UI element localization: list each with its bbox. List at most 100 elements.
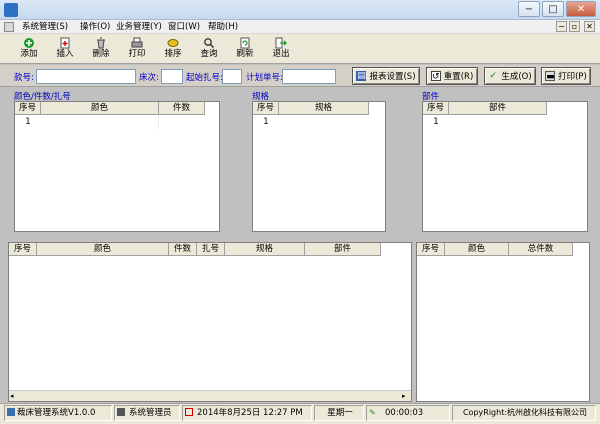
menu-bar: 系统管理(S) 操作(O) 业务管理(Y) 窗口(W) 帮助(H): [0, 20, 600, 34]
start-bundle-label: 起始扎号:: [186, 73, 223, 83]
refresh-button[interactable]: 刷新: [228, 35, 262, 63]
detail-header-bundle: 扎号: [197, 243, 225, 256]
color-grid-row-qty[interactable]: [159, 116, 205, 129]
search-button[interactable]: 查询: [192, 35, 226, 63]
insert-icon: [60, 37, 70, 49]
part-grid-header-no: 序号: [423, 102, 449, 115]
mdi-doc-icon: [4, 22, 14, 32]
exit-label: 退出: [272, 49, 290, 59]
mdi-minimize-button[interactable]: −: [556, 21, 567, 32]
total-header-color: 颜色: [445, 243, 509, 256]
exit-icon: [275, 37, 287, 49]
close-button[interactable]: ✕: [566, 1, 596, 17]
color-total-grid[interactable]: 序号 颜色 总件数: [416, 242, 590, 402]
report-settings-button[interactable]: ▤ 报表设置(S): [352, 67, 420, 85]
insert-button[interactable]: 插入: [48, 35, 82, 63]
part-grid-header-part: 部件: [449, 102, 547, 115]
status-weekday: 星期一: [314, 405, 364, 421]
mdi-restore-button[interactable]: ▫: [569, 21, 580, 32]
menu-operation[interactable]: 操作(O): [80, 21, 110, 33]
plan-no-input[interactable]: [282, 69, 336, 84]
status-timer: ✎ 00:00:03: [366, 405, 450, 421]
sort-label: 排序: [164, 49, 182, 59]
status-copyright: CopyRight:杭州啟化科技有限公司: [452, 405, 596, 421]
menu-system[interactable]: 系统管理(S): [22, 21, 68, 33]
sort-icon: [167, 39, 179, 47]
report-settings-label: 报表设置(S): [369, 72, 416, 82]
calendar-icon: [185, 408, 193, 416]
part-grid[interactable]: 序号 部件 1: [422, 101, 588, 232]
status-system-text: 裁床管理系统V1.0.0: [17, 408, 96, 418]
spec-grid-row-no[interactable]: 1: [253, 116, 279, 129]
start-bundle-input[interactable]: [222, 69, 242, 84]
status-user: 系统管理员: [114, 405, 180, 421]
generate-label: 生成(O): [501, 72, 532, 82]
generate-button[interactable]: ✓ 生成(O): [484, 67, 536, 85]
print-icon: [131, 37, 143, 48]
menu-window[interactable]: 窗口(W): [168, 21, 200, 33]
plan-no-label: 计划单号:: [246, 73, 283, 83]
bed-no-input[interactable]: [161, 69, 183, 84]
generate-icon: ✓: [489, 71, 498, 81]
total-header-no: 序号: [417, 243, 445, 256]
insert-label: 插入: [56, 49, 74, 59]
bed-no-label: 床次:: [139, 73, 159, 83]
reset-label: 重置(R): [443, 72, 474, 82]
part-grid-row-part[interactable]: [449, 116, 547, 129]
status-datetime: 2014年8月25日 12:27 PM: [182, 405, 312, 421]
search-icon: [204, 38, 215, 49]
title-bar: − □ ✕: [0, 0, 600, 20]
bundle-detail-grid[interactable]: 序号 颜色 件数 扎号 规格 部件 ◂ ▸: [8, 242, 412, 402]
exit-button[interactable]: 退出: [264, 35, 298, 63]
detail-header-part: 部件: [305, 243, 381, 256]
spec-grid[interactable]: 序号 规格 1: [252, 101, 386, 232]
maximize-button[interactable]: □: [542, 1, 564, 17]
toolbar: 添加 插入 删除 打印 排序 查询 刷新 退出: [0, 34, 600, 64]
scroll-right-arrow[interactable]: ▸: [402, 392, 410, 400]
color-grid-row-color[interactable]: [41, 116, 159, 129]
detail-header-spec: 规格: [225, 243, 305, 256]
delete-button[interactable]: 删除: [84, 35, 118, 63]
timer-icon: ✎: [369, 408, 376, 417]
part-grid-row-no[interactable]: 1: [423, 116, 449, 129]
total-header-total-qty: 总件数: [509, 243, 573, 256]
spec-grid-row-spec[interactable]: [279, 116, 369, 129]
style-no-input[interactable]: [36, 69, 136, 84]
add-button[interactable]: 添加: [12, 35, 46, 63]
minimize-button[interactable]: −: [518, 1, 540, 17]
spec-grid-header-spec: 规格: [279, 102, 369, 115]
print-report-label: 打印(P): [558, 72, 587, 82]
system-icon: [7, 408, 15, 416]
app-logo-icon: [4, 3, 18, 17]
status-datetime-text: 2014年8月25日 12:27 PM: [197, 408, 303, 418]
color-grid-row-no[interactable]: 1: [15, 116, 41, 129]
horizontal-scrollbar[interactable]: ◂ ▸: [9, 390, 411, 401]
menu-help[interactable]: 帮助(H): [208, 21, 238, 33]
status-weekday-text: 星期一: [327, 408, 353, 418]
style-no-label: 款号:: [14, 73, 34, 83]
print-report-button[interactable]: ▬ 打印(P): [541, 67, 591, 85]
refresh-label: 刷新: [236, 49, 254, 59]
delete-icon: [97, 37, 105, 49]
color-grid[interactable]: 序号 颜色 件数 1: [14, 101, 220, 232]
mdi-close-button[interactable]: ✕: [584, 21, 595, 32]
printer-icon: ▬: [545, 71, 556, 82]
detail-header-no: 序号: [9, 243, 37, 256]
print-button[interactable]: 打印: [120, 35, 154, 63]
sort-button[interactable]: 排序: [156, 35, 190, 63]
reset-button[interactable]: ↺ 重置(R): [426, 67, 478, 85]
search-label: 查询: [200, 49, 218, 59]
detail-header-qty: 件数: [169, 243, 197, 256]
reset-icon: ↺: [430, 71, 441, 82]
user-icon: [117, 408, 125, 416]
menu-business[interactable]: 业务管理(Y): [116, 21, 162, 33]
report-settings-icon: ▤: [356, 71, 367, 81]
color-grid-header-qty: 件数: [159, 102, 205, 115]
color-grid-header-color: 颜色: [41, 102, 159, 115]
add-label: 添加: [20, 49, 38, 59]
detail-header-color: 颜色: [37, 243, 169, 256]
color-grid-header-no: 序号: [15, 102, 41, 115]
scroll-left-arrow[interactable]: ◂: [10, 392, 18, 400]
spec-grid-header-no: 序号: [253, 102, 279, 115]
status-timer-text: 00:00:03: [385, 408, 424, 418]
